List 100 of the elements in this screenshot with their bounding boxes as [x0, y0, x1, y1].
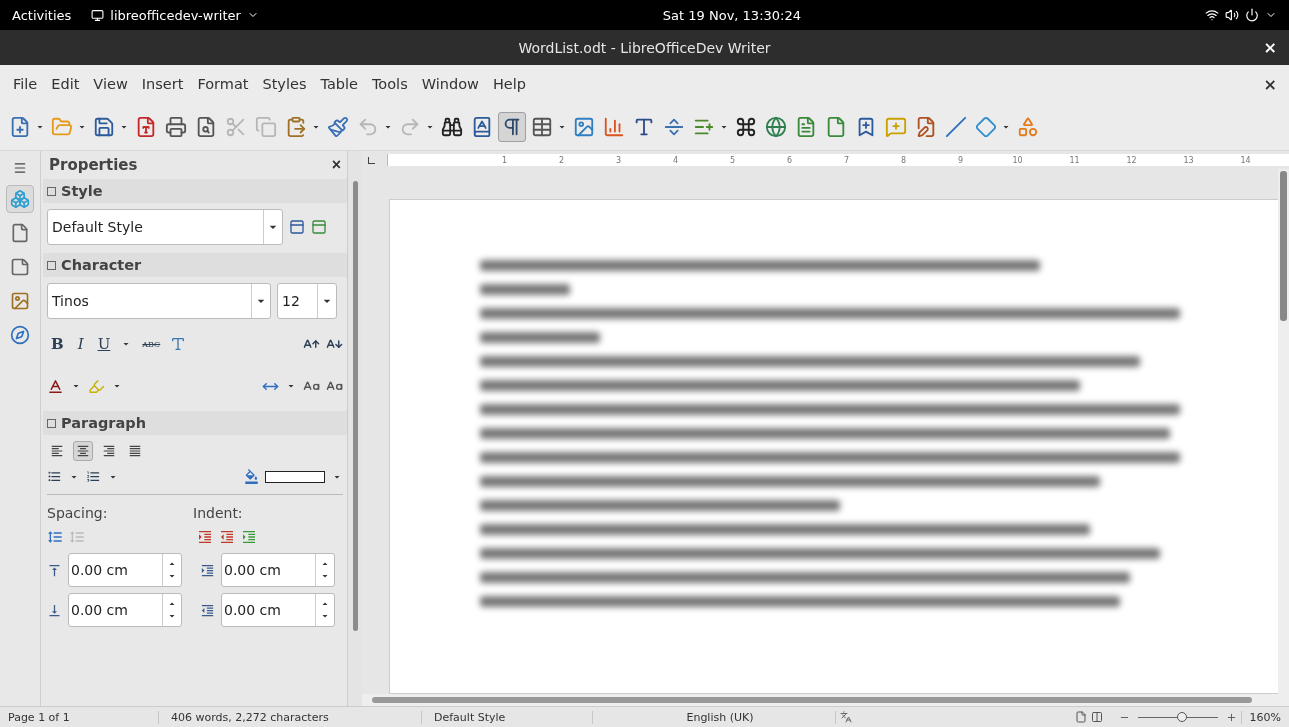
- font-color-icon[interactable]: [47, 377, 64, 395]
- menu-item[interactable]: Window: [414, 76, 486, 92]
- increase-indent-icon[interactable]: [197, 529, 213, 545]
- close-document-button[interactable]: ×: [1263, 74, 1277, 94]
- image-icon: [573, 115, 595, 138]
- section-title: Character: [61, 257, 142, 273]
- update-style-icon[interactable]: [289, 219, 305, 235]
- paintbrush-icon: [327, 115, 349, 138]
- underline-button[interactable]: U: [93, 333, 115, 355]
- endnote-icon: [825, 115, 847, 138]
- paragraph-style-combo[interactable]: Default Style: [47, 209, 283, 245]
- strike-button[interactable]: ABC: [138, 337, 165, 351]
- activities-button[interactable]: Activities: [12, 7, 72, 23]
- align-justify-icon: [128, 444, 142, 458]
- page-style: Default Style: [426, 710, 593, 724]
- new-style-icon[interactable]: [311, 219, 327, 235]
- spin-field[interactable]: 0.00 cm: [68, 593, 182, 627]
- tab-stop-icon[interactable]: [368, 156, 375, 164]
- gallery-icon: [10, 291, 30, 311]
- menu-item[interactable]: Help: [485, 76, 533, 92]
- font-size-combo[interactable]: 12: [277, 283, 337, 319]
- pdf-icon: [135, 115, 157, 138]
- diamond-icon: [975, 115, 997, 138]
- section-title: Paragraph: [61, 415, 146, 431]
- spacing-label: Spacing:: [47, 505, 109, 521]
- menu-item[interactable]: Edit: [44, 76, 87, 92]
- language: English (UK): [597, 710, 836, 724]
- shapes-icon: [1017, 115, 1039, 138]
- power-icon[interactable]: [1245, 8, 1259, 22]
- special-character-icon: [735, 115, 757, 138]
- ruler[interactable]: 1 2 3 4 5 6 7 8 9 10 11 12 13 14: [387, 154, 1289, 166]
- app-icon: [91, 8, 105, 22]
- table-icon: [531, 115, 553, 138]
- indent-before-icon: [200, 562, 215, 578]
- collapse-toggle[interactable]: [47, 260, 56, 270]
- footnote-icon: [795, 115, 817, 138]
- space-above-icon: [47, 562, 62, 578]
- zoom-percent: 160%: [1240, 710, 1289, 724]
- document-page[interactable]: [389, 199, 1278, 694]
- pilcrow-button[interactable]: [498, 111, 526, 142]
- italic-button[interactable]: I: [73, 333, 88, 355]
- menu-item[interactable]: File: [6, 76, 45, 92]
- panel-close-button[interactable]: ×: [331, 156, 341, 174]
- clipboard-icon: [285, 115, 307, 138]
- align-center-button[interactable]: [73, 441, 93, 461]
- word-count: 406 words, 2,272 characters: [163, 710, 422, 724]
- comment-icon: [885, 115, 907, 138]
- clock[interactable]: Sat 19 Nov, 13:30:24: [662, 7, 801, 23]
- bullet-list-icon[interactable]: [47, 469, 62, 484]
- copy-icon: [255, 115, 277, 138]
- styles-icon: [10, 257, 30, 277]
- spin-field[interactable]: 0.00 cm: [68, 553, 182, 587]
- close-button[interactable]: ×: [1263, 38, 1277, 57]
- numbered-list-icon[interactable]: [86, 469, 101, 484]
- bar-chart-icon: [603, 115, 625, 138]
- decrease-indent-icon[interactable]: [219, 529, 235, 545]
- folder-icon: [51, 115, 73, 138]
- multi-page-view-icon[interactable]: [1090, 711, 1103, 723]
- line-icon: [945, 115, 967, 138]
- app-menu[interactable]: libreofficedev-writer: [110, 7, 241, 23]
- collapse-toggle[interactable]: [47, 186, 56, 196]
- menu-item[interactable]: Insert: [134, 76, 191, 92]
- single-page-view-icon[interactable]: [1074, 711, 1087, 723]
- window-title: WordList.odt - LibreOfficeDev Writer: [518, 39, 771, 56]
- space-below-icon: [47, 602, 62, 618]
- page-icon: [10, 223, 30, 243]
- menu-item[interactable]: Format: [190, 76, 256, 92]
- font-name-combo[interactable]: Tinos: [47, 283, 271, 319]
- increase-spacing-icon[interactable]: [47, 529, 63, 545]
- spelling-icon: [471, 115, 493, 138]
- spin-field[interactable]: 0.00 cm: [221, 553, 335, 587]
- menu-item[interactable]: Table: [313, 76, 365, 92]
- hanging-indent-icon[interactable]: [241, 529, 257, 545]
- shadow-icon[interactable]: [170, 336, 187, 352]
- menu-item[interactable]: Styles: [255, 76, 314, 92]
- indent-after-icon: [200, 602, 215, 618]
- menu-item[interactable]: View: [86, 76, 135, 92]
- align-center-icon: [76, 444, 90, 458]
- color-swatch[interactable]: [265, 470, 325, 483]
- zoom-in-icon[interactable]: [1225, 711, 1237, 723]
- menu-item[interactable]: Tools: [364, 76, 415, 92]
- align-left-icon: [50, 444, 64, 458]
- wifi-icon[interactable]: [1205, 8, 1219, 22]
- save-icon: [93, 115, 115, 138]
- vertical-scrollbar[interactable]: [1280, 171, 1287, 321]
- printer-icon: [165, 115, 187, 138]
- bold-button[interactable]: B: [47, 333, 68, 355]
- spin-field[interactable]: 0.00 cm: [221, 593, 335, 627]
- binoculars-icon: [441, 115, 463, 138]
- fill-color-icon[interactable]: [244, 469, 259, 484]
- volume-icon[interactable]: [1225, 8, 1239, 22]
- sidebar-scrollbar[interactable]: [352, 181, 358, 631]
- section-title: Style: [61, 183, 103, 199]
- scissors-icon: [225, 115, 247, 138]
- align-right-icon: [102, 444, 116, 458]
- collapse-toggle[interactable]: [47, 418, 56, 428]
- globe-icon: [765, 115, 787, 138]
- print-preview-icon: [195, 115, 217, 138]
- cubes-icon: [10, 189, 30, 209]
- horizontal-scrollbar[interactable]: [372, 697, 1252, 703]
